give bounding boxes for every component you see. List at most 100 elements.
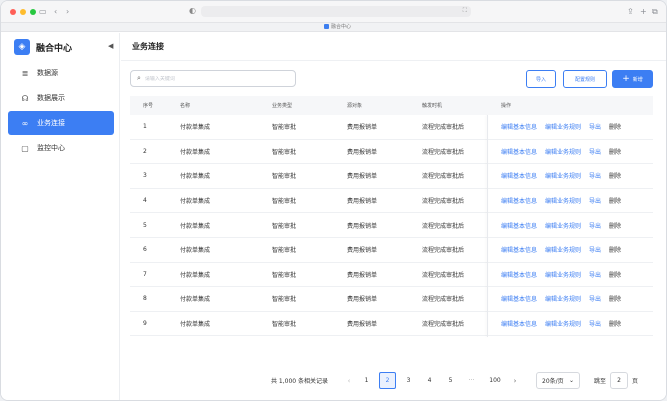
edit-business-rules-link[interactable]: 编辑业务规则 [545, 319, 581, 328]
sidebar-item-label: 数据展示 [37, 94, 65, 102]
minimize-window-button[interactable] [20, 9, 26, 15]
cell-business-type: 智能审批 [272, 222, 297, 230]
cell-actions: 编辑基本信息 编辑业务规则 导出 删除 [501, 270, 653, 279]
table-header: 序号 名称 业务类型 源对象 触发时机 操作 [130, 96, 653, 115]
delete-link[interactable]: 删除 [609, 270, 621, 279]
edit-basic-info-link[interactable]: 编辑基本信息 [501, 147, 537, 156]
cell-trigger: 流程完成审批后 [422, 296, 465, 304]
export-link[interactable]: 导出 [589, 294, 601, 303]
sidebar-item-monitor[interactable]: ▢ 监控中心 [8, 136, 114, 160]
sidebar-item-datasource[interactable]: ≣ 数据源 [8, 61, 114, 85]
pagination: 共 1,000 条相关记录 ‹ 1 2 3 4 5 ··· 100 › 20条/… [271, 372, 638, 389]
cell-name: 付款单集成 [180, 271, 211, 279]
sidebar-item-label: 数据源 [37, 69, 58, 77]
search-icon: ⌕ [137, 74, 141, 82]
sidebar-item-data-display[interactable]: ☊ 数据展示 [8, 86, 114, 110]
page-size-select[interactable]: 20条/页 ⌄ [536, 372, 580, 389]
edit-basic-info-link[interactable]: 编辑基本信息 [501, 221, 537, 230]
delete-link[interactable]: 删除 [609, 196, 621, 205]
edit-basic-info-link[interactable]: 编辑基本信息 [501, 319, 537, 328]
delete-link[interactable]: 删除 [609, 221, 621, 230]
export-link[interactable]: 导出 [589, 270, 601, 279]
cell-trigger: 流程完成审批后 [422, 271, 465, 279]
column-header-actions: 操作 [501, 103, 512, 109]
back-icon[interactable]: ‹ [54, 7, 57, 17]
export-link[interactable]: 导出 [589, 122, 601, 131]
edit-business-rules-link[interactable]: 编辑业务规则 [545, 221, 581, 230]
page-jump-input[interactable]: 2 [610, 372, 629, 389]
page-button-4[interactable]: 4 [421, 372, 438, 389]
add-button[interactable]: + 新增 [612, 70, 653, 88]
forward-icon[interactable]: › [66, 7, 69, 17]
collapse-sidebar-icon[interactable]: ◀ [108, 42, 113, 50]
cell-source-object: 费用报销单 [347, 173, 378, 181]
page-button-3[interactable]: 3 [400, 372, 417, 389]
export-link[interactable]: 导出 [589, 171, 601, 180]
edit-business-rules-link[interactable]: 编辑业务规则 [545, 294, 581, 303]
pagination-total: 共 1,000 条相关记录 [271, 378, 328, 385]
delete-link[interactable]: 删除 [609, 294, 621, 303]
cell-source-object: 费用报销单 [347, 148, 378, 156]
delete-link[interactable]: 删除 [609, 319, 621, 328]
import-button[interactable]: 导入 [526, 70, 556, 88]
table-row: 7 付款单集成 智能审批 费用报销单 流程完成审批后 编辑基本信息 编辑业务规则 导出 删除 [130, 263, 653, 288]
edit-basic-info-link[interactable]: 编辑基本信息 [501, 245, 537, 254]
sidebar-item-business-connect[interactable]: ∞ 业务连接 [8, 111, 114, 135]
column-header-name: 名称 [180, 103, 191, 109]
cell-source-object: 费用报销单 [347, 247, 378, 255]
search-input[interactable] [144, 75, 285, 82]
delete-link[interactable]: 删除 [609, 147, 621, 156]
edit-business-rules-link[interactable]: 编辑业务规则 [545, 147, 581, 156]
edit-business-rules-link[interactable]: 编辑业务规则 [545, 171, 581, 180]
page-button-5[interactable]: 5 [442, 372, 459, 389]
edit-business-rules-link[interactable]: 编辑业务规则 [545, 196, 581, 205]
fixed-column-divider [487, 115, 488, 337]
browser-tab[interactable]: 融合中心 [324, 23, 351, 30]
export-link[interactable]: 导出 [589, 319, 601, 328]
search-box[interactable]: ⌕ [130, 70, 296, 87]
edit-basic-info-link[interactable]: 编辑基本信息 [501, 270, 537, 279]
browser-window: ▭ ‹ › ◐ ⛶ ⇪ + ⧉ 融合中心 ◈ 融合中心 ◀ ≣ 数据源 ☊ 数据… [0, 0, 667, 401]
delete-link[interactable]: 删除 [609, 122, 621, 131]
maximize-window-button[interactable] [30, 9, 36, 15]
export-link[interactable]: 导出 [589, 221, 601, 230]
new-tab-icon[interactable]: + [640, 7, 647, 17]
page-button-last[interactable]: 100 [484, 372, 506, 389]
close-window-button[interactable] [10, 9, 16, 15]
cell-source-object: 费用报销单 [347, 296, 378, 304]
edit-basic-info-link[interactable]: 编辑基本信息 [501, 196, 537, 205]
cell-actions: 编辑基本信息 编辑业务规则 导出 删除 [501, 147, 653, 156]
column-header-index: 序号 [143, 103, 154, 109]
edit-business-rules-link[interactable]: 编辑业务规则 [545, 122, 581, 131]
export-link[interactable]: 导出 [589, 245, 601, 254]
page-button-2[interactable]: 2 [379, 372, 396, 389]
configure-rules-button[interactable]: 配置规则 [563, 70, 607, 88]
cell-actions: 编辑基本信息 编辑业务规则 导出 删除 [501, 245, 653, 254]
table-row: 4 付款单集成 智能审批 费用报销单 流程完成审批后 编辑基本信息 编辑业务规则 导出 删除 [130, 189, 653, 214]
export-link[interactable]: 导出 [589, 147, 601, 156]
address-bar[interactable]: ◐ ⛶ [189, 6, 471, 17]
cell-business-type: 智能审批 [272, 148, 297, 156]
delete-link[interactable]: 删除 [609, 171, 621, 180]
next-page-icon[interactable]: › [508, 372, 522, 389]
cell-actions: 编辑基本信息 编辑业务规则 导出 删除 [501, 221, 653, 230]
tabs-overview-icon[interactable]: ⧉ [652, 7, 658, 17]
delete-link[interactable]: 删除 [609, 245, 621, 254]
cell-index: 6 [143, 246, 147, 254]
cell-index: 9 [143, 320, 147, 328]
page-ellipsis[interactable]: ··· [463, 377, 480, 384]
cell-trigger: 流程完成审批后 [422, 124, 465, 132]
edit-business-rules-link[interactable]: 编辑业务规则 [545, 245, 581, 254]
extension-icon[interactable]: ⛶ [463, 7, 467, 15]
edit-business-rules-link[interactable]: 编辑业务规则 [545, 270, 581, 279]
sidebar-toggle-icon[interactable]: ▭ [39, 7, 47, 17]
cell-trigger: 流程完成审批后 [422, 247, 465, 255]
display-icon: ☊ [21, 93, 29, 103]
page-button-1[interactable]: 1 [358, 372, 375, 389]
prev-page-icon[interactable]: ‹ [342, 372, 356, 389]
edit-basic-info-link[interactable]: 编辑基本信息 [501, 122, 537, 131]
edit-basic-info-link[interactable]: 编辑基本信息 [501, 294, 537, 303]
export-link[interactable]: 导出 [589, 196, 601, 205]
edit-basic-info-link[interactable]: 编辑基本信息 [501, 171, 537, 180]
share-icon[interactable]: ⇪ [627, 7, 634, 17]
